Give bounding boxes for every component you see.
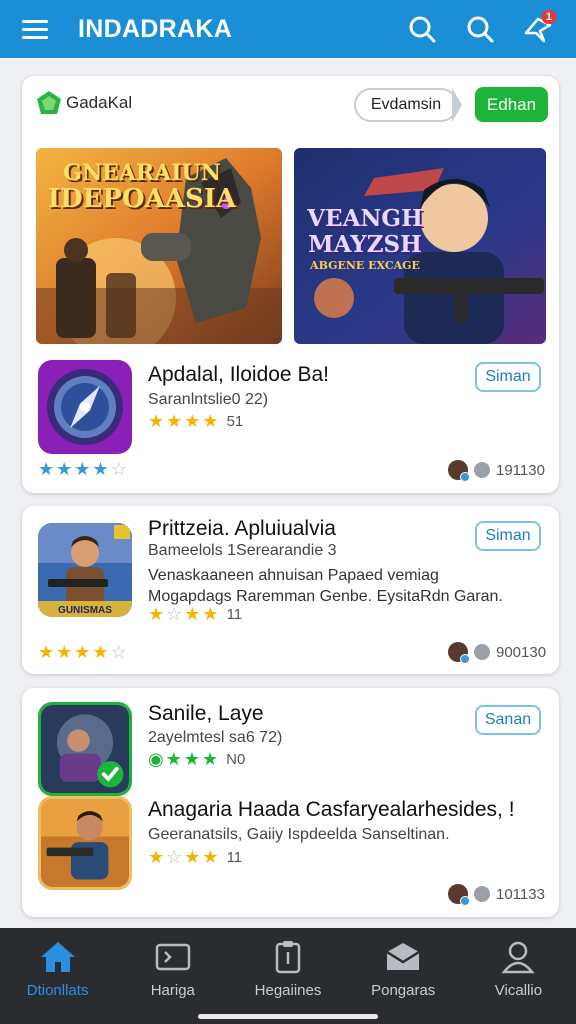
app-subtitle: 2ayelmtesl sa6 72) <box>148 729 283 746</box>
nav-label: Vicallio <box>494 982 543 999</box>
app-rating: ◉ ★ ★ ★ N0 <box>148 749 246 769</box>
action-button[interactable]: Edhan <box>475 87 548 122</box>
app-meta: 900130 <box>448 642 547 664</box>
nav-item-hariga[interactable]: Hariga <box>115 928 230 1024</box>
featured-banner-2[interactable]: VEANGH MAYZSH ABGENE EXCAGE <box>294 148 546 344</box>
nav-label: Hariga <box>150 982 195 999</box>
rating-value: 11 <box>226 849 243 866</box>
comment-icon <box>474 644 490 660</box>
banner1-title-line2: IDEPOAASIA <box>47 184 237 214</box>
banner2-subtitle: ABGENE EXCAGE <box>310 259 420 272</box>
rating-value: 11 <box>226 606 243 623</box>
app-description: Venaskaaneen ahnuisan Papaed vemiag Moga… <box>148 567 503 605</box>
app-icon-action[interactable] <box>38 702 132 796</box>
search-icon[interactable] <box>458 7 502 51</box>
nav-item-pongaras[interactable]: Pongaras <box>346 928 461 1024</box>
app-rating: ★ ★ ★ ★ 51 <box>148 411 244 431</box>
app-rating: ★ ☆ ★ ★ 11 <box>148 604 243 624</box>
menu-icon[interactable] <box>16 9 56 49</box>
banner1-title-line1: GNEARAIUN <box>63 160 221 186</box>
notifications-icon[interactable]: 1 <box>516 7 560 51</box>
featured-banner-1[interactable]: GNEARAIUN IDEPOAASIA <box>36 148 282 344</box>
app-title: INDADRAKA <box>78 14 233 43</box>
user-rating: ★ ★ ★ ★ ☆ <box>38 459 127 479</box>
brand-name: GadaKal <box>66 93 133 112</box>
avatar <box>448 460 470 482</box>
top-app-bar: INDADRAKA 1 <box>0 0 576 58</box>
user-icon <box>501 941 535 974</box>
brand[interactable]: GadaKal <box>36 90 132 116</box>
app-card: Sanile, Laye 2ayelmtesl sa6 72) ◉ ★ ★ ★ N0 … <box>22 688 559 917</box>
meta-count: 191130 <box>496 461 545 479</box>
search-icon[interactable] <box>400 7 444 51</box>
rating-value: N0 <box>226 751 246 768</box>
app-action-button[interactable]: Siman <box>475 362 541 392</box>
terminal-icon <box>155 943 191 971</box>
mail-icon <box>386 943 420 970</box>
clipboard-icon <box>275 941 301 974</box>
nav-label: Pongaras <box>371 982 436 999</box>
nav-label: Dtionllats <box>26 982 89 999</box>
rating-value: 51 <box>226 413 244 430</box>
app-title[interactable]: Sanile, Laye <box>148 702 264 726</box>
banner2-title-line2: MAYZSH <box>308 231 422 258</box>
app-icon-compass[interactable] <box>38 360 132 454</box>
app-action-button[interactable]: Siman <box>475 521 541 551</box>
brand-logo-icon <box>37 91 61 114</box>
comment-icon <box>474 462 490 478</box>
notification-badge: 1 <box>541 10 556 24</box>
nav-item-home[interactable]: Dtionllats <box>0 928 115 1024</box>
bottom-navigation: Dtionllats Hariga Hegaiines Pongaras Vic… <box>0 928 576 1024</box>
avatar <box>448 884 470 906</box>
app-card: GUNISMAS Prittzeia. Apluiualvia Bameelol… <box>22 506 559 674</box>
app-action-button[interactable]: Sanan <box>475 705 541 735</box>
meta-count: 900130 <box>496 643 547 661</box>
avatar <box>448 642 470 664</box>
app-icon-caption: GUNISMAS <box>58 605 112 616</box>
app-title[interactable]: Anagaria Haada Casfaryealarhesides, ! <box>148 798 515 822</box>
selector-arrow-icon <box>452 88 462 122</box>
home-indicator[interactable] <box>198 1014 378 1019</box>
app-title[interactable]: Apdalal, Iloidoe Ba! <box>148 363 329 387</box>
app-icon-soldier[interactable]: GUNISMAS <box>38 523 132 617</box>
app-subtitle: Geeranatsils, Gaiiy Ispdeelda Sanseltina… <box>148 826 450 843</box>
app-title[interactable]: Prittzeia. Apluiualvia <box>148 517 336 541</box>
nav-item-vicallio[interactable]: Vicallio <box>461 928 576 1024</box>
comment-icon <box>474 886 490 902</box>
nav-item-hegaiines[interactable]: Hegaiines <box>230 928 345 1024</box>
featured-card: GadaKal Evdamsin Edhan GNEARAIUN IDEPOAA… <box>22 76 559 493</box>
nav-label: Hegaiines <box>254 982 322 999</box>
home-icon <box>40 942 75 972</box>
app-subtitle: Bameelols 1Serearandie 3 <box>148 542 337 559</box>
banner2-title-line1: VEANGH <box>307 205 423 232</box>
user-rating: ★ ★ ★ ★ ☆ <box>38 642 127 662</box>
category-selector[interactable]: Evdamsin <box>354 88 458 122</box>
app-subtitle: Saranlntslie0 22) <box>148 391 269 408</box>
app-meta: 191130 <box>448 460 545 482</box>
app-icon-shooter[interactable] <box>38 796 132 890</box>
app-rating: ★ ☆ ★ ★ 11 <box>148 847 243 867</box>
meta-count: 101133 <box>496 885 545 903</box>
app-meta: 101133 <box>448 884 545 906</box>
